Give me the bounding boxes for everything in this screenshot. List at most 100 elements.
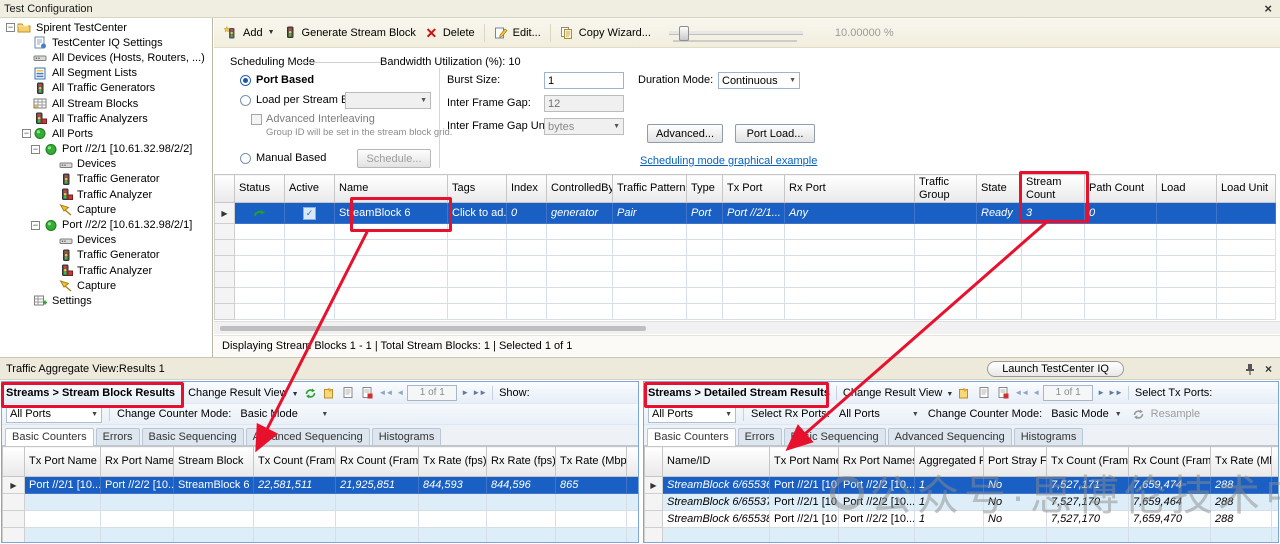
column-header[interactable]: Tags [448, 175, 507, 203]
column-header[interactable]: Aggregated Rx Port Count [915, 447, 984, 477]
cell[interactable]: generator [547, 203, 613, 224]
resample-button[interactable]: Resample [1151, 408, 1201, 420]
column-header[interactable]: Load [1157, 175, 1217, 203]
load-slider[interactable] [669, 24, 803, 42]
cell[interactable]: No [984, 477, 1047, 494]
left-tab-errors[interactable]: Errors [96, 428, 140, 445]
column-header[interactable]: State [977, 175, 1022, 203]
column-header[interactable]: Tx Rate (Mbps) [556, 447, 627, 477]
load-per-stream-block-radio[interactable] [240, 95, 251, 106]
next-page-icon[interactable]: ► [461, 388, 468, 397]
expander-icon[interactable]: − [6, 23, 15, 32]
tree-item-spirent-testcenter[interactable]: −Spirent TestCenter [0, 20, 212, 35]
tree-item-all-segment-lists[interactable]: All Segment Lists [0, 66, 212, 81]
export-doc-icon[interactable] [360, 386, 375, 400]
change-view-icon[interactable] [322, 386, 337, 400]
right-tab-basic-counters[interactable]: Basic Counters [647, 428, 736, 446]
tx-ports-combo[interactable]: All Ports▼ [648, 406, 736, 423]
close-icon[interactable]: × [1260, 3, 1276, 15]
cell[interactable]: Port //2/1 [10... [770, 511, 839, 528]
cell[interactable]: Pair [613, 203, 687, 224]
cell[interactable]: ✓ [285, 203, 335, 224]
manual-based-radio[interactable] [240, 153, 251, 164]
prev-page-icon[interactable]: ◄ [396, 388, 403, 397]
tree-item-traffic-analyzer[interactable]: Traffic Analyzer [0, 187, 212, 202]
tree-item-capture[interactable]: Capture [0, 202, 212, 217]
cell[interactable]: Port //2/1 [10... [770, 494, 839, 511]
column-header[interactable]: Tx Rate (fps) [419, 447, 487, 477]
column-header[interactable]: Tx Port Name [770, 447, 839, 477]
cell[interactable]: 7,659,464 [1129, 494, 1211, 511]
delete-button[interactable]: ✕ Delete [420, 24, 479, 42]
tree-item-traffic-generator[interactable]: Traffic Generator [0, 248, 212, 263]
cell[interactable]: StreamBlock 6/65537 [663, 494, 770, 511]
last-page-icon[interactable]: ►► [472, 388, 486, 397]
column-header[interactable]: Stream Block [174, 447, 254, 477]
edit-button[interactable]: Edit... [490, 24, 545, 42]
column-header[interactable]: ControlledBy [547, 175, 613, 203]
load-slider-handle[interactable] [679, 26, 689, 41]
copy-wizard-button[interactable]: Copy Wizard... [556, 24, 655, 42]
column-header[interactable]: Rx Port Names [101, 447, 174, 477]
generate-stream-block-button[interactable]: Generate Stream Block [279, 24, 420, 42]
expander-icon[interactable]: − [31, 221, 40, 230]
column-header[interactable]: Tx Port [723, 175, 785, 203]
cell[interactable]: Port //2/2 [10... [839, 494, 915, 511]
column-header[interactable]: Path Count [1085, 175, 1157, 203]
tree-item-testcenter-iq-settings[interactable]: TestCenter IQ Settings [0, 35, 212, 50]
next-page-icon[interactable]: ► [1097, 388, 1104, 397]
column-header[interactable]: Stream Count [1022, 175, 1085, 203]
scheduling-example-link[interactable]: Scheduling mode graphical example [640, 155, 817, 167]
column-header[interactable]: Active [285, 175, 335, 203]
cell[interactable]: 0 [1085, 203, 1157, 224]
table-row[interactable] [215, 304, 1276, 320]
tree-item-devices[interactable]: Devices [0, 157, 212, 172]
table-row[interactable] [215, 240, 1276, 256]
column-header[interactable]: Type [687, 175, 723, 203]
cell[interactable]: Any [785, 203, 915, 224]
grid-hscrollbar[interactable] [214, 321, 1280, 334]
column-header[interactable]: Load Unit [1217, 175, 1276, 203]
inter-frame-gap-unit-combo[interactable]: bytes▼ [544, 118, 624, 135]
expander-icon[interactable]: − [22, 129, 31, 138]
cell[interactable]: 1 [915, 494, 984, 511]
advanced-interleaving-checkbox[interactable] [251, 114, 262, 125]
right-tab-errors[interactable]: Errors [738, 428, 782, 445]
table-row[interactable] [645, 528, 1280, 544]
left-tab-histograms[interactable]: Histograms [372, 428, 442, 445]
cell[interactable]: 7,527,170 [1047, 511, 1129, 528]
column-header[interactable]: Index [507, 175, 547, 203]
cell[interactable]: 22,581,511 [254, 477, 336, 494]
table-row[interactable]: ▶✓StreamBlock 6Click to ad...0generatorP… [215, 203, 1276, 224]
left-tab-basic-counters[interactable]: Basic Counters [5, 428, 94, 446]
cell[interactable] [235, 203, 285, 224]
cell[interactable]: 1 [915, 511, 984, 528]
right-tab-basic-sequencing[interactable]: Basic Sequencing [784, 428, 886, 445]
export-doc-icon[interactable] [995, 386, 1010, 400]
column-header[interactable]: Tx Port Name [25, 447, 101, 477]
cell[interactable]: StreamBlock 6 [335, 203, 448, 224]
first-page-icon[interactable]: ◄◄ [379, 388, 393, 397]
column-header[interactable]: Rx Count (Frames) [1129, 447, 1211, 477]
cell[interactable]: 288 [1211, 511, 1272, 528]
cell[interactable]: 865 [556, 477, 627, 494]
cell[interactable] [1217, 203, 1276, 224]
cell[interactable]: 288 [1211, 494, 1272, 511]
cell[interactable]: No [984, 511, 1047, 528]
column-header[interactable]: Tx Count (Frames) [1047, 447, 1129, 477]
cell[interactable]: 7,659,470 [1129, 511, 1211, 528]
duration-mode-combo[interactable]: Continuous▼ [718, 72, 800, 89]
cell[interactable]: 7,659,474 [1129, 477, 1211, 494]
cell[interactable]: 288 [1211, 477, 1272, 494]
table-row[interactable]: StreamBlock 6/65537Port //2/1 [10...Port… [645, 494, 1280, 511]
port-based-radio[interactable] [240, 75, 251, 86]
first-page-icon[interactable]: ◄◄ [1014, 388, 1028, 397]
tree-item-all-traffic-generators[interactable]: All Traffic Generators [0, 81, 212, 96]
cell[interactable]: 21,925,851 [336, 477, 419, 494]
cell[interactable]: No [984, 494, 1047, 511]
close-results-icon[interactable]: × [1265, 362, 1272, 376]
launch-testcenter-iq-button[interactable]: Launch TestCenter IQ [987, 361, 1124, 377]
prev-page-icon[interactable]: ◄ [1032, 388, 1039, 397]
change-result-view-button[interactable]: Change Result View ▼ [188, 387, 298, 399]
column-header[interactable]: Name [335, 175, 448, 203]
